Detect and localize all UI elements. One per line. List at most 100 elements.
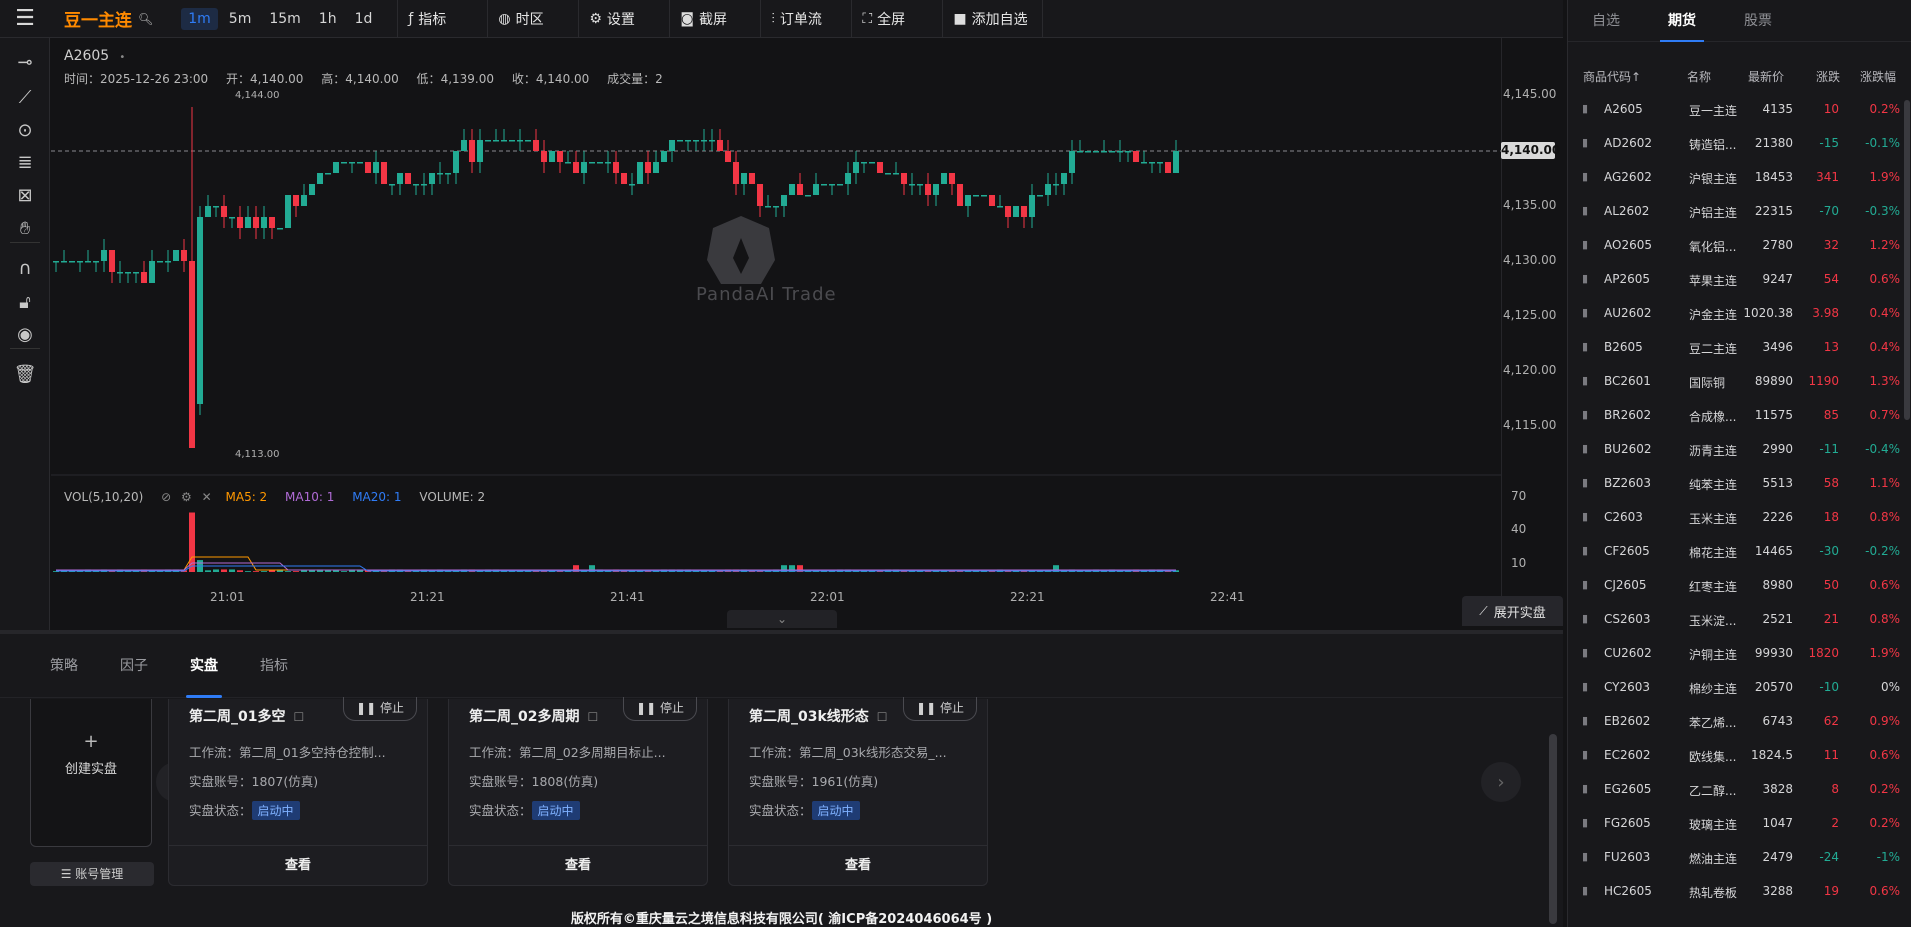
close-icon[interactable]: ✕ bbox=[202, 490, 212, 504]
interval-1h[interactable]: 1h bbox=[312, 8, 344, 30]
view-button[interactable]: 查看 bbox=[449, 845, 707, 885]
watchlist-row[interactable]: ▮ AD2602 铸造铝... 21380 -15 -0.1% bbox=[1568, 126, 1903, 160]
bookmark-icon[interactable]: ▮ bbox=[1582, 374, 1588, 387]
stop-button[interactable]: ❚❚ 停止 bbox=[623, 697, 697, 721]
eye-icon[interactable]: ◉ bbox=[11, 320, 39, 348]
watchlist-row[interactable]: ▮ A2605 豆一主连 4135 10 0.2% bbox=[1568, 92, 1903, 126]
hand-icon[interactable]: ✋︎ bbox=[11, 214, 39, 242]
gear-icon[interactable]: ⚙ bbox=[181, 490, 192, 504]
search-icon[interactable]: 🔍︎ bbox=[138, 12, 153, 26]
watchlist-row[interactable]: ▮ AO2605 氧化铝... 2780 32 1.2% bbox=[1568, 228, 1903, 262]
bookmark-icon[interactable]: ▮ bbox=[1582, 102, 1588, 115]
trash-icon[interactable]: 🗑︎ bbox=[11, 360, 39, 388]
tab-live[interactable]: 实盘 bbox=[186, 634, 222, 698]
watchlist-row[interactable]: ▮ FU2603 燃油主连 2479 -24 -1% bbox=[1568, 840, 1903, 874]
parallel-lines-icon[interactable]: ≣ bbox=[11, 148, 39, 176]
bookmark-icon[interactable]: ▮ bbox=[1582, 510, 1588, 523]
watchlist-row[interactable]: ▮ EB2602 苯乙烯... 6743 62 0.9% bbox=[1568, 704, 1903, 738]
bookmark-icon[interactable]: ▮ bbox=[1582, 204, 1588, 217]
card-title[interactable]: 第二周_01多空 ☐ bbox=[189, 706, 304, 726]
bookmark-icon[interactable]: ▮ bbox=[1582, 544, 1588, 557]
watchlist-row[interactable]: ▮ C2603 玉米主连 2226 18 0.8% bbox=[1568, 500, 1903, 534]
watchlist-row[interactable]: ▮ AG2602 沪银主连 18453 341 1.9% bbox=[1568, 160, 1903, 194]
tab-indicator[interactable]: 指标 bbox=[260, 634, 288, 698]
col-price[interactable]: 最新价 bbox=[1748, 68, 1784, 85]
bookmark-icon[interactable]: ▮ bbox=[1582, 748, 1588, 761]
bookmark-icon[interactable]: ▮ bbox=[1582, 306, 1588, 319]
bookmark-icon[interactable]: ▮ bbox=[1582, 612, 1588, 625]
account-management-button[interactable]: ☰ 账号管理 bbox=[30, 862, 154, 886]
circle-tool-icon[interactable]: ⊙ bbox=[11, 116, 39, 144]
edit-icon[interactable]: ☐ bbox=[587, 710, 598, 724]
bookmark-icon[interactable]: ▮ bbox=[1582, 136, 1588, 149]
watchlist-row[interactable]: ▮ B2605 豆二主连 3496 13 0.4% bbox=[1568, 330, 1903, 364]
watchlist-row[interactable]: ▮ CF2605 棉花主连 14465 -30 -0.2% bbox=[1568, 534, 1903, 568]
bookmark-icon[interactable]: ▮ bbox=[1582, 238, 1588, 251]
add-watchlist-button[interactable]: ■ 添加自选 bbox=[943, 0, 1044, 38]
bookmark-icon[interactable]: ▮ bbox=[1582, 884, 1588, 897]
orderflow-button[interactable]: ⫶ 订单流 bbox=[761, 0, 853, 38]
settings-button[interactable]: ⚙ 设置 bbox=[579, 0, 671, 38]
bookmark-icon[interactable]: ▮ bbox=[1582, 850, 1588, 863]
bookmark-icon[interactable]: ▮ bbox=[1582, 816, 1588, 829]
watchlist-row[interactable]: ▮ CJ2605 红枣主连 8980 50 0.6% bbox=[1568, 568, 1903, 602]
interval-1m[interactable]: 1m bbox=[181, 7, 218, 30]
symbol-title[interactable]: 豆一主连 bbox=[64, 6, 132, 31]
tab-stocks[interactable]: 股票 bbox=[1744, 0, 1772, 42]
col-code[interactable]: 商品代码↑ bbox=[1583, 68, 1641, 85]
scrollbar[interactable] bbox=[1904, 100, 1910, 420]
interval-15m[interactable]: 15m bbox=[262, 8, 307, 30]
unlock-icon[interactable]: 🔓︎ bbox=[11, 288, 39, 316]
bookmark-icon[interactable]: ▮ bbox=[1582, 170, 1588, 183]
expand-live-button[interactable]: ⟋ 展开实盘 bbox=[1462, 596, 1563, 626]
card-title[interactable]: 第二周_03k线形态 ☐ bbox=[749, 706, 888, 726]
create-live-card[interactable]: + 创建实盘 bbox=[30, 699, 152, 847]
watchlist-row[interactable]: ▮ CU2602 沪铜主连 99930 1820 1.9% bbox=[1568, 636, 1903, 670]
watchlist-row[interactable]: ▮ BR2602 合成橡... 11575 85 0.7% bbox=[1568, 398, 1903, 432]
stop-button[interactable]: ❚❚ 停止 bbox=[343, 697, 417, 721]
bookmark-icon[interactable]: ▮ bbox=[1582, 476, 1588, 489]
tab-favorites[interactable]: 自选 bbox=[1592, 0, 1620, 42]
watchlist-row[interactable]: ▮ BC2601 国际铜 89890 1190 1.3% bbox=[1568, 364, 1903, 398]
watchlist-row[interactable]: ▮ CS2603 玉米淀... 2521 21 0.8% bbox=[1568, 602, 1903, 636]
tab-strategy[interactable]: 策略 bbox=[50, 634, 78, 698]
watchlist-row[interactable]: ▮ AL2602 沪铝主连 22315 -70 -0.3% bbox=[1568, 194, 1903, 228]
bookmark-icon[interactable]: ▮ bbox=[1582, 680, 1588, 693]
watchlist-row[interactable]: ▮ FG2605 玻璃主连 1047 2 0.2% bbox=[1568, 806, 1903, 840]
interval-5m[interactable]: 5m bbox=[222, 8, 259, 30]
candlestick-chart[interactable]: 4,144.00 4,113.00 bbox=[51, 38, 1501, 590]
scrollbar[interactable] bbox=[1549, 734, 1557, 924]
watchlist-row[interactable]: ▮ EC2602 欧线集... 1824.5 11 0.6% bbox=[1568, 738, 1903, 772]
bookmark-icon[interactable]: ▮ bbox=[1582, 408, 1588, 421]
stop-button[interactable]: ❚❚ 停止 bbox=[903, 697, 977, 721]
timezone-button[interactable]: ◍ 时区 bbox=[488, 0, 580, 38]
watchlist-row[interactable]: ▮ AU2602 沪金主连 1020.38 3.98 0.4% bbox=[1568, 296, 1903, 330]
col-change[interactable]: 涨跌 bbox=[1816, 68, 1840, 85]
next-arrow-icon[interactable]: › bbox=[1481, 762, 1521, 802]
magnet-icon[interactable]: ∩ bbox=[11, 254, 39, 282]
horizontal-line-icon[interactable]: ⊸ bbox=[11, 48, 39, 76]
tab-factor[interactable]: 因子 bbox=[120, 634, 148, 698]
chart-area[interactable]: A2605 • 时间：2025-12-26 23:00 开：4,140.00 高… bbox=[51, 38, 1614, 630]
bookmark-icon[interactable]: ▮ bbox=[1582, 442, 1588, 455]
indicator-button[interactable]: ƒ 指标 bbox=[397, 0, 489, 38]
fullscreen-button[interactable]: ⛶ 全屏 bbox=[852, 0, 944, 38]
interval-1d[interactable]: 1d bbox=[348, 8, 380, 30]
watchlist-row[interactable]: ▮ BZ2603 纯苯主连 5513 58 1.1% bbox=[1568, 466, 1903, 500]
bookmark-icon[interactable]: ▮ bbox=[1582, 578, 1588, 591]
edit-icon[interactable]: ☐ bbox=[293, 710, 304, 724]
watchlist-row[interactable]: ▮ EG2605 乙二醇... 3828 8 0.2% bbox=[1568, 772, 1903, 806]
tab-futures[interactable]: 期货 bbox=[1660, 0, 1704, 42]
watchlist-row[interactable]: ▮ CY2603 棉纱主连 20570 -10 0% bbox=[1568, 670, 1903, 704]
bookmark-icon[interactable]: ▮ bbox=[1582, 714, 1588, 727]
watchlist-row[interactable]: ▮ AP2605 苹果主连 9247 54 0.6% bbox=[1568, 262, 1903, 296]
edit-icon[interactable]: ☐ bbox=[877, 710, 888, 724]
col-name[interactable]: 名称 bbox=[1687, 68, 1711, 85]
bookmark-icon[interactable]: ▮ bbox=[1582, 646, 1588, 659]
col-change-pct[interactable]: 涨跌幅 bbox=[1860, 68, 1896, 85]
hide-icon[interactable]: ⊘ bbox=[161, 490, 171, 504]
watchlist-row[interactable]: ▮ HC2605 热轧卷板 3288 19 0.6% bbox=[1568, 874, 1903, 908]
trend-line-icon[interactable]: ⟋ bbox=[11, 83, 39, 111]
fibonacci-icon[interactable]: ⊠ bbox=[11, 181, 39, 209]
bookmark-icon[interactable]: ▮ bbox=[1582, 272, 1588, 285]
